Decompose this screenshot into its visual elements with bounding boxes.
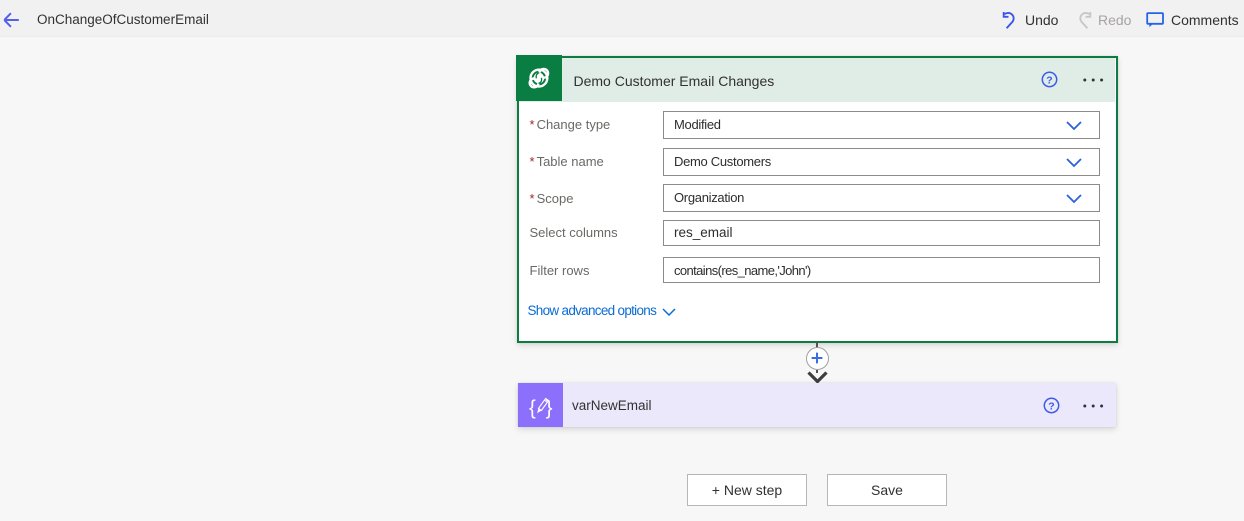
svg-text:?: ? (1046, 74, 1052, 86)
svg-text:{: { (529, 397, 536, 420)
svg-text:}: } (546, 397, 553, 420)
svg-text:?: ? (1048, 400, 1054, 412)
